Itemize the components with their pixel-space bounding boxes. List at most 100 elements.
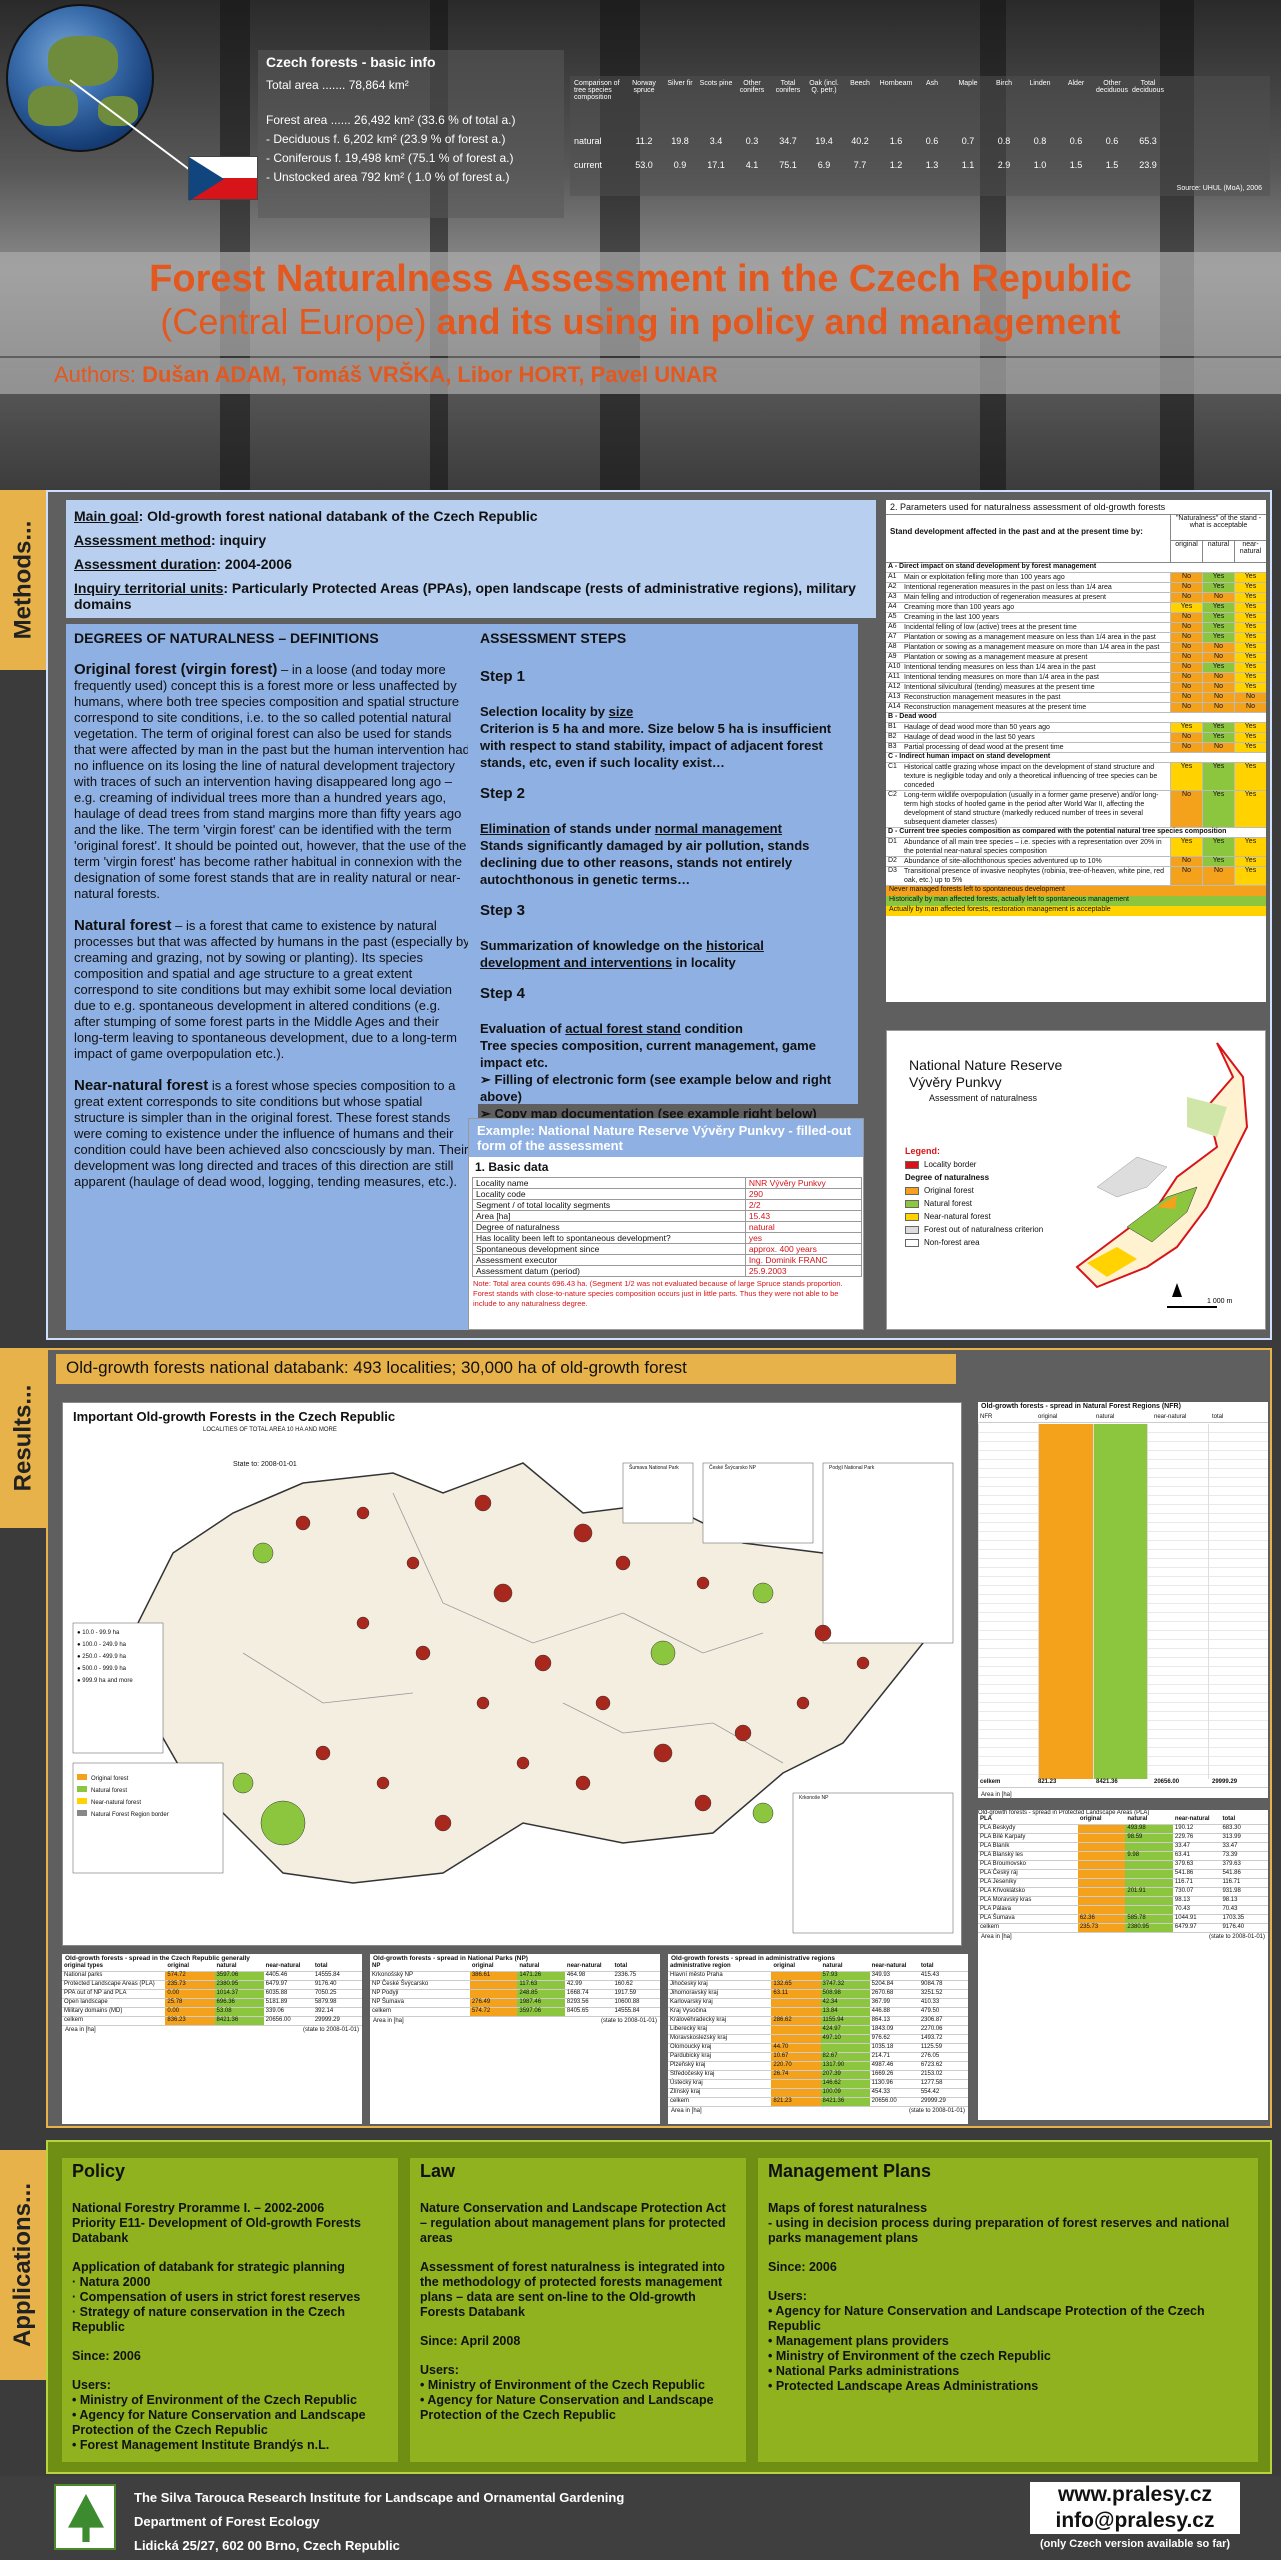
species-header-cell: Beech (850, 80, 870, 87)
params-text: Reconstruction management measures at th… (904, 704, 1087, 711)
table-cell: Středočeský kraj (670, 2071, 715, 2077)
table-cell: 454.33 (871, 2089, 891, 2095)
inset-ceske-svycarsko: České Švýcarsko NP (709, 1465, 756, 1471)
original-term: Original forest (virgin forest) (74, 661, 278, 678)
table-unit: Area in [ha] (65, 2027, 96, 2033)
table-row: PLA Beskydy 493.98 190.12 683.30 (978, 1825, 1268, 1834)
table-cell: 508.98 (820, 1990, 870, 1998)
table-header-cell: total (614, 1963, 628, 1969)
table-header-cell: natural (822, 1963, 843, 1969)
authors-names: Dušan ADAM, Tomáš VRŠKA, Libor HORT, Pav… (142, 362, 718, 387)
params-near: Yes (1234, 653, 1266, 662)
step-1-title: Step 1 (480, 668, 526, 685)
nnr-map-title: National Nature Reserve Vývěry Punkvy (909, 1057, 1063, 1090)
params-natural: No (1202, 673, 1234, 682)
basic-data-value: yes (744, 1232, 863, 1244)
nnr-map-drawing: 1 000 m (1075, 1042, 1249, 1308)
legend-degree-swatch (77, 1798, 87, 1804)
table-cell: 574.72 (165, 1972, 215, 1980)
table-cell (1077, 1906, 1126, 1914)
legend-degree-label: Near-natural forest (91, 1800, 142, 1806)
table-cell: Open landscape (64, 1999, 108, 2005)
table-title: Old-growth forests - spread in National … (373, 1955, 528, 1962)
table-cell: PLA Šumava (980, 1915, 1015, 1921)
table-cell: 1044.91 (1174, 1915, 1197, 1921)
example-form: Example: National Nature Reserve Vývěry … (468, 1118, 864, 1330)
nfr-header-cell: total (1212, 1414, 1224, 1420)
nnr-legend-label: Locality border (924, 1160, 977, 1169)
locality-marker (814, 1624, 832, 1642)
table-header-cell: near-natural (566, 1963, 602, 1969)
species-data-cell: 0.6 (925, 136, 939, 146)
step-4-title: Step 4 (480, 985, 526, 1002)
table-cell: 8421.36 (214, 2017, 264, 2025)
step-3-b: in locality (672, 955, 736, 970)
nnr-legend-label: Degree of naturalness (905, 1173, 990, 1182)
locality-marker (573, 1523, 593, 1543)
nnr-legend-item: Non-forest area (905, 1236, 1043, 1249)
table-row: Plzeňský kraj 220.70 1317.90 4987.46 6723.62 (668, 2062, 968, 2071)
email-link[interactable]: info@pralesy.cz (1030, 2508, 1240, 2534)
table-cell: 1155.94 (820, 2017, 870, 2025)
params-text: Intentional tending measures on less tha… (904, 664, 1096, 671)
params-row: A8 Plantation or sowing as a management m… (886, 643, 1266, 653)
methods-tab-label: Methods... (9, 520, 37, 640)
table-header-cell: original (167, 1963, 190, 1969)
params-near: No (1234, 693, 1266, 702)
basic-data-row: Locality name NNR Vývěry Punkvy (472, 1177, 863, 1189)
definitions-box: DEGREES OF NATURALNESS – DEFINITIONS Ori… (66, 624, 478, 1330)
params-original: No (1170, 703, 1202, 712)
table-cell (1077, 1834, 1126, 1842)
definitions-heading: DEGREES OF NATURALNESS – DEFINITIONS (74, 630, 379, 646)
natural-forest-definition: Natural forest – is a forest that came t… (74, 918, 470, 1062)
table-cell: 42.99 (566, 1981, 582, 1987)
species-header-cell: Alder (1067, 80, 1085, 87)
website-link[interactable]: www.pralesy.cz (1030, 2482, 1240, 2508)
nnr-legend-item: Forest out of naturalness criterion (905, 1223, 1043, 1236)
params-text: Partial processing of dead wood at the p… (904, 744, 1064, 751)
law-title: Law (420, 2161, 456, 2181)
management-title: Management Plans (768, 2161, 932, 2181)
table-row: Military domains (MD) 0.00 53.08 339.06 392.… (62, 2008, 362, 2017)
management-p2: Since: 2006 (768, 2260, 837, 2274)
basic-data-label: Area [ha] (472, 1210, 746, 1222)
table-cell: 313.99 (1222, 1834, 1241, 1840)
table-cell: Hlavní město Praha (670, 1972, 723, 1978)
table-cell: 276.05 (920, 2053, 940, 2059)
inset-krkonose: Krkonoše NP (799, 1795, 829, 1801)
params-natural: No (1202, 743, 1234, 752)
locality-marker (232, 1772, 254, 1794)
assessment-steps-box: ASSESSMENT STEPS Step 1 Selection locali… (468, 624, 858, 1121)
table-cell (1125, 1879, 1173, 1887)
table-header-row: original types original natural near-natura… (62, 1963, 362, 1972)
params-row: D1 Abundance of all main tree species – i… (886, 838, 1266, 857)
table-row: PLA Jeseníky 116.71 116.71 (978, 1879, 1268, 1888)
forest-area: Forest area ...... 26,492 km² (33.6 % of… (266, 113, 516, 127)
species-data-row: current 53.0 0.9 17.1 4.1 75.1 6.9 7.7 1.2 1.3 1.1… (570, 160, 1166, 170)
table-cell (1077, 1897, 1126, 1905)
table-unit: Area in [ha] (981, 1934, 1012, 1940)
table-cell: 7050.25 (314, 1990, 337, 1996)
table-cell: 1987.46 (517, 1999, 565, 2007)
table-cell: PLA Bílé Karpaty (980, 1834, 1026, 1840)
table-footer: Area in [ha] (state to 2008-01-01) (370, 2017, 660, 2025)
basic-data-label: Locality code (472, 1188, 746, 1200)
basic-data-table: Locality name NNR Vývěry Punkvy Locality c… (472, 1177, 863, 1277)
nnr-legend-item: Near-natural forest (905, 1210, 1043, 1223)
params-row: B3 Partial processing of dead wood at the… (886, 743, 1266, 753)
params-original: No (1170, 743, 1202, 752)
table-cell: 117.63 (517, 1981, 565, 1989)
params-natural: Yes (1202, 623, 1234, 632)
table-header-cell: administrative region (670, 1963, 731, 1969)
table-row: NP Šumava 276.49 1987.46 8293.56 10600.88 (370, 1999, 660, 2008)
table-row: PLA Šumava 62.36 585.78 1044.91 1703.35 (978, 1915, 1268, 1924)
locality-marker (694, 1794, 712, 1812)
table-cell: 229.76 (1174, 1834, 1194, 1840)
params-original: Yes (1170, 838, 1202, 856)
params-text: Creaming more than 100 years ago (904, 604, 1015, 611)
legend-degree-item: Near-natural forest (77, 1797, 169, 1809)
legend-degree-swatch (77, 1810, 87, 1816)
table-cell: 248.85 (517, 1990, 565, 1998)
params-natural: Yes (1202, 583, 1234, 592)
law-p3: Since: April 2008 (420, 2334, 521, 2348)
